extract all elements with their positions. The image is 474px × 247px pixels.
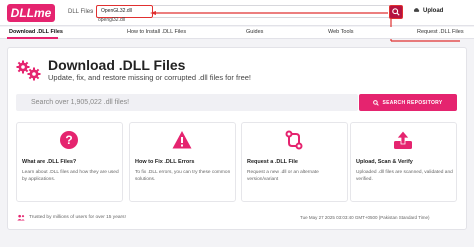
upload-icon — [413, 8, 420, 12]
main-nav: Download .DLL Files How to Install .DLL … — [0, 27, 474, 39]
chevron-right-icon: › — [91, 8, 94, 15]
nav-web-tools[interactable]: Web Tools — [328, 29, 353, 35]
users-icon — [17, 214, 25, 221]
upload-link[interactable]: Upload — [413, 7, 443, 14]
header-search-button[interactable] — [389, 5, 403, 19]
nav-request-dll[interactable]: Request .DLL Files — [417, 29, 464, 35]
nav-download-dll[interactable]: Download .DLL Files — [9, 29, 63, 35]
upload-box-icon — [394, 130, 412, 149]
search-suggestion[interactable]: opengl32.dll — [98, 17, 125, 23]
page-subtitle: Update, fix, and restore missing or corr… — [48, 73, 252, 82]
feature-desc: Learn about .DLL files and how they are … — [22, 170, 119, 182]
upload-label: Upload — [423, 7, 444, 14]
feature-title: How to Fix .DLL Errors — [135, 159, 195, 165]
feature-desc: Request a new .dll or an alternate versi… — [247, 170, 319, 182]
feature-desc: To fix .DLL errors, you can try these co… — [135, 170, 231, 182]
search-icon — [373, 99, 380, 106]
feature-title: Request a .DLL File — [247, 159, 298, 165]
feature-desc: Uploaded .dll files are scanned, validat… — [356, 170, 453, 182]
annotation-arrow — [150, 11, 388, 15]
feature-card-upload[interactable]: Upload, Scan & Verify Uploaded .dll file… — [350, 122, 457, 202]
timestamp: Tue May 27 2025 03:03:40 GMT+0500 (Pakis… — [300, 215, 430, 220]
question-icon: ? — [60, 131, 78, 149]
trust-note: Trusted by millions of users for over 15… — [17, 214, 126, 221]
trust-text: Trusted by millions of users for over 15… — [29, 215, 126, 220]
feature-card-what-are-dll[interactable]: ? What are .DLL Files? Learn about .DLL … — [16, 122, 123, 202]
feature-card-fix-errors[interactable]: How to Fix .DLL Errors To fix .DLL error… — [129, 122, 236, 202]
site-logo[interactable]: DLLme — [7, 4, 55, 22]
nav-guides[interactable]: Guides — [246, 29, 263, 35]
search-repository-button[interactable]: SEARCH REPOSITORY — [359, 94, 457, 111]
active-tab-indicator — [7, 37, 58, 39]
gears-icon — [16, 60, 41, 81]
page-title: Download .DLL Files — [48, 57, 186, 73]
breadcrumb[interactable]: DLL Files — [68, 9, 93, 15]
feature-title: What are .DLL Files? — [22, 159, 77, 165]
repository-search-input[interactable]: Search over 1,905,022 .dll files! — [16, 94, 358, 111]
nav-how-to-install[interactable]: How to Install .DLL Files — [127, 29, 186, 35]
feature-card-request-dll[interactable]: Request a .DLL File Request a new .dll o… — [241, 122, 348, 202]
feature-title: Upload, Scan & Verify — [356, 159, 413, 165]
warning-icon — [172, 131, 192, 149]
search-repository-label: SEARCH REPOSITORY — [382, 99, 443, 106]
svg-text:?: ? — [65, 133, 72, 147]
request-icon — [285, 130, 303, 150]
search-icon — [392, 8, 400, 16]
